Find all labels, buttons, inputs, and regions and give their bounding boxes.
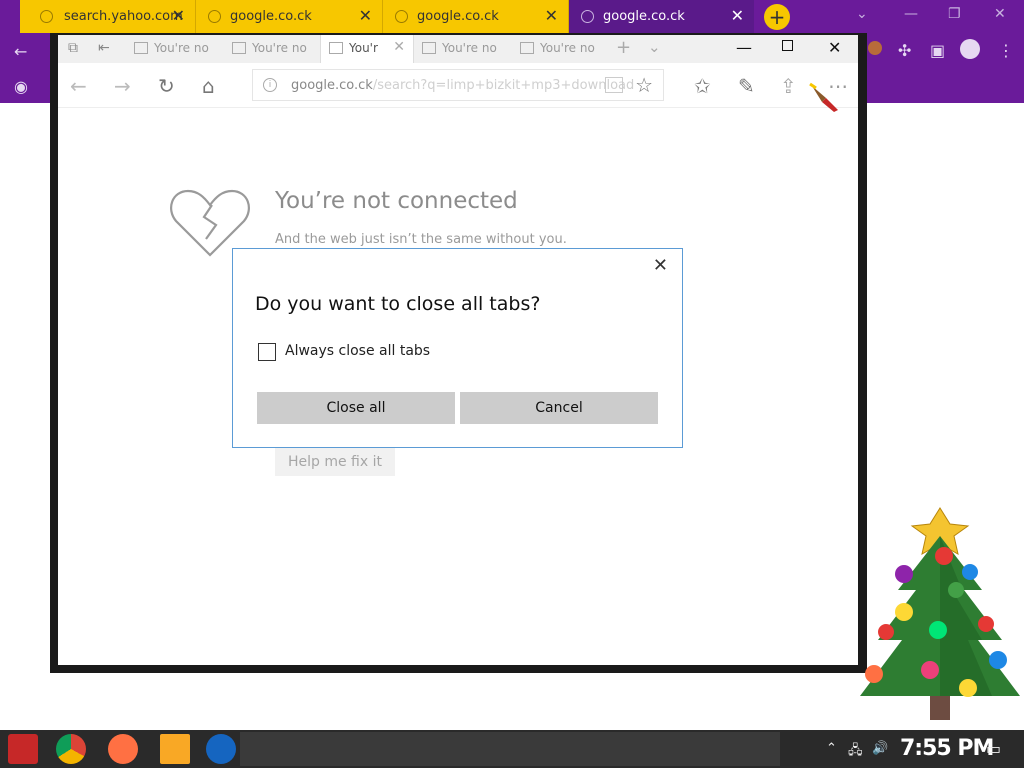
pocket-icon[interactable]: ◉	[14, 77, 28, 96]
page-icon	[134, 42, 148, 54]
edge-taskbar-icon[interactable]	[206, 734, 236, 764]
home-icon[interactable]: ⌂	[202, 74, 215, 98]
chevron-down-icon[interactable]: ⌄	[648, 38, 661, 56]
edge-tab-5[interactable]: You're no	[512, 35, 608, 63]
set-aside-tabs-icon[interactable]: ⇤	[98, 40, 110, 56]
close-icon[interactable]: ✕	[545, 6, 558, 25]
edge-tab-label: You're no	[442, 41, 497, 55]
chrome-tab-title: search.yahoo.com	[64, 9, 183, 24]
chrome-tab-3[interactable]: google.co.ck ✕	[383, 0, 569, 33]
start-button-icon[interactable]	[8, 734, 38, 764]
back-arrow-icon[interactable]: ←	[14, 42, 27, 61]
reading-view-icon[interactable]	[605, 77, 623, 93]
file-explorer-icon[interactable]	[160, 734, 190, 764]
paintbrush-cursor-icon	[809, 82, 838, 112]
restore-icon[interactable]: ❐	[948, 6, 961, 22]
back-arrow-icon[interactable]: ←	[70, 74, 87, 98]
error-title: You’re not connected	[275, 188, 518, 214]
forward-arrow-icon[interactable]: →	[114, 74, 131, 98]
close-icon[interactable]: ✕	[359, 6, 372, 25]
chrome-taskbar-icon[interactable]	[56, 734, 86, 764]
avatar-icon[interactable]	[868, 41, 882, 55]
info-icon[interactable]: i	[263, 78, 277, 92]
close-icon[interactable]: ✕	[172, 6, 185, 25]
chevron-up-icon[interactable]: ⌃	[826, 741, 837, 756]
favorites-icon[interactable]: ✩	[694, 74, 711, 98]
taskbar-clock[interactable]: 7:55 PM	[900, 736, 994, 761]
edge-tab-4[interactable]: You're no	[414, 35, 510, 63]
notifications-icon[interactable]: ▭	[986, 739, 1001, 758]
chrome-tab-1[interactable]: search.yahoo.com ✕	[20, 0, 196, 33]
globe-icon	[581, 10, 594, 23]
edge-tab-label: You're no	[154, 41, 209, 55]
tab-preview-icon[interactable]: ⧉	[68, 40, 78, 56]
share-icon[interactable]: ⇪	[780, 74, 797, 98]
profile-icon[interactable]	[960, 39, 980, 59]
page-icon	[422, 42, 436, 54]
globe-icon	[395, 10, 408, 23]
reading-list-icon[interactable]: ▣	[930, 41, 945, 60]
close-window-icon[interactable]: ✕	[994, 6, 1006, 22]
chevron-down-icon[interactable]: ⌄	[856, 6, 868, 22]
minimize-icon[interactable]: —	[904, 6, 918, 22]
maximize-icon[interactable]	[782, 40, 793, 51]
edge-tab-1[interactable]: You're no	[126, 35, 222, 63]
new-tab-icon[interactable]: +	[616, 37, 631, 58]
address-text: google.co.ck/search?q=limp+bizkit+mp3+do…	[291, 78, 635, 93]
edge-tab-label: You're no	[252, 41, 307, 55]
globe-icon	[208, 10, 221, 23]
close-window-icon[interactable]: ✕	[828, 38, 841, 57]
close-icon[interactable]: ✕	[731, 6, 744, 25]
help-me-fix-it-button[interactable]: Help me fix it	[275, 448, 395, 476]
close-icon[interactable]: ✕	[393, 39, 405, 55]
chrome-tab-title: google.co.ck	[603, 9, 685, 24]
more-icon[interactable]: ⋮	[998, 41, 1014, 60]
chrome-tab-title: google.co.ck	[417, 9, 499, 24]
chrome-tab-2[interactable]: google.co.ck ✕	[196, 0, 383, 33]
edge-tab-bar: ⧉ ⇤ You're no You're no You'r ✕ You're n…	[58, 35, 858, 63]
taskbar-accent	[240, 732, 780, 766]
always-close-checkbox[interactable]	[258, 343, 276, 361]
globe-icon	[40, 10, 53, 23]
dialog-title: Do you want to close all tabs?	[255, 293, 541, 315]
close-tabs-dialog: ✕ Do you want to close all tabs? Always …	[232, 248, 683, 448]
new-tab-button[interactable]: +	[764, 4, 790, 30]
chrome-tab-title: google.co.ck	[230, 9, 312, 24]
christmas-tree-decoration	[860, 507, 1020, 720]
chrome-tab-bar: search.yahoo.com ✕ google.co.ck ✕ google…	[0, 0, 1024, 33]
address-bar[interactable]: i google.co.ck/search?q=limp+bizkit+mp3+…	[252, 69, 664, 101]
page-icon	[329, 42, 343, 54]
edge-tab-2[interactable]: You're no	[224, 35, 320, 63]
favorite-star-icon[interactable]: ☆	[635, 73, 653, 97]
minimize-icon[interactable]: —	[736, 38, 752, 57]
close-icon[interactable]: ✕	[653, 255, 668, 276]
extensions-icon[interactable]: ✣	[898, 41, 911, 60]
web-note-icon[interactable]: ✎	[738, 74, 755, 98]
cancel-button[interactable]: Cancel	[460, 392, 658, 424]
edge-nav-bar: ← → ↻ ⌂ i google.co.ck/search?q=limp+biz…	[58, 63, 858, 108]
volume-icon[interactable]: 🔊	[872, 741, 888, 756]
chrome-tab-4[interactable]: google.co.ck ✕	[569, 0, 754, 33]
refresh-icon[interactable]: ↻	[158, 74, 175, 98]
page-icon	[520, 42, 534, 54]
always-close-checkbox-label[interactable]: Always close all tabs	[285, 343, 430, 359]
close-all-button[interactable]: Close all	[257, 392, 455, 424]
firefox-taskbar-icon[interactable]	[108, 734, 138, 764]
error-subtitle: And the web just isn’t the same without …	[275, 232, 567, 247]
edge-tab-label: You're no	[540, 41, 595, 55]
network-icon[interactable]: 🖧	[848, 741, 863, 763]
edge-tab-3[interactable]: You'r ✕	[320, 35, 414, 63]
edge-tab-label: You'r	[349, 41, 378, 55]
page-icon	[232, 42, 246, 54]
